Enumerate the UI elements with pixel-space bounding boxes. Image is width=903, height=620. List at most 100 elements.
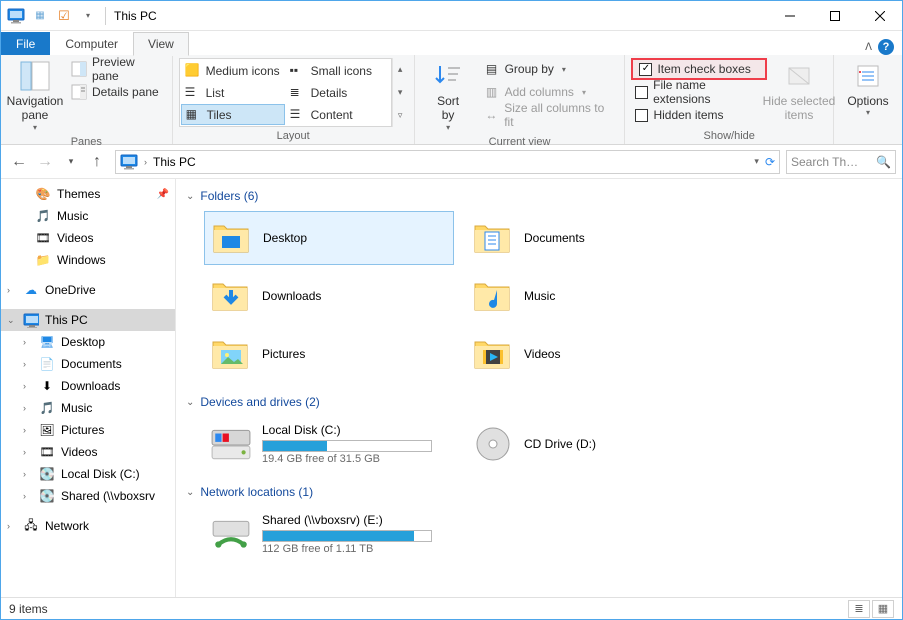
- tree-item-shared[interactable]: ›💽Shared (\\vboxsrv: [1, 485, 175, 507]
- file-name-extensions-toggle[interactable]: File name extensions: [631, 81, 767, 103]
- options-button[interactable]: Options▾: [840, 58, 896, 120]
- sort-by-button[interactable]: Sort by▾: [421, 58, 476, 134]
- ribbon-tabs: File Computer View ᐱ ?: [1, 31, 902, 55]
- qat-dropdown-icon[interactable]: ▾: [77, 5, 99, 27]
- add-columns-button[interactable]: ▥Add columns▾: [480, 81, 619, 103]
- section-folders-header[interactable]: ⌄Folders (6): [186, 185, 892, 207]
- back-button[interactable]: ←: [7, 150, 31, 174]
- tree-item-documents[interactable]: ›📄Documents: [1, 353, 175, 375]
- sort-by-label: Sort by: [437, 94, 459, 123]
- layout-details[interactable]: ≣Details: [286, 82, 390, 103]
- qat-properties-icon[interactable]: ▦: [29, 5, 51, 27]
- scroll-down-icon[interactable]: ▾: [393, 81, 408, 104]
- tree-item-desktop[interactable]: ›🖥Desktop: [1, 331, 175, 353]
- tree-item-music[interactable]: 🎵Music: [1, 205, 175, 227]
- hidden-items-toggle[interactable]: Hidden items: [631, 104, 767, 126]
- breadcrumb[interactable]: This PC: [153, 155, 196, 169]
- hidden-items-label: Hidden items: [653, 108, 723, 122]
- layout-content[interactable]: ☰Content: [286, 104, 390, 125]
- search-input[interactable]: Search Th… 🔍: [786, 150, 896, 174]
- help-icon[interactable]: ?: [878, 39, 894, 55]
- tree-item-this-pc[interactable]: ⌄This PC: [1, 309, 175, 331]
- tree-item-themes[interactable]: 🎨Themes📌: [1, 183, 175, 205]
- up-button[interactable]: ↑: [85, 150, 109, 174]
- tab-view[interactable]: View: [133, 32, 189, 56]
- hide-selected-label: Hide selected items: [763, 94, 836, 123]
- collapse-ribbon-icon[interactable]: ᐱ: [865, 42, 872, 53]
- qat-check-icon[interactable]: ☑: [53, 5, 75, 27]
- checkbox-icon: [639, 63, 652, 76]
- scroll-more-icon[interactable]: ▿: [393, 104, 408, 127]
- recent-locations-button[interactable]: ▾: [59, 150, 83, 174]
- folder-tile-pictures[interactable]: Pictures: [204, 327, 454, 381]
- ribbon-group-show-hide: Item check boxes File name extensions Hi…: [625, 55, 834, 144]
- close-button[interactable]: [857, 1, 902, 30]
- quick-access-toolbar: ▦ ☑ ▾: [1, 5, 103, 27]
- tree-item-network[interactable]: ›🖧Network: [1, 515, 175, 537]
- file-name-extensions-label: File name extensions: [653, 78, 763, 106]
- forward-button[interactable]: →: [33, 150, 57, 174]
- ribbon-group-options: Options▾: [834, 55, 902, 144]
- details-pane-button[interactable]: Details pane: [67, 81, 166, 103]
- size-columns-button[interactable]: ↔Size all columns to fit: [480, 104, 619, 126]
- drive-tile-cd[interactable]: CD Drive (D:): [466, 417, 716, 471]
- drive-tile-local-disk[interactable]: Local Disk (C:) 19.4 GB free of 31.5 GB: [204, 417, 454, 471]
- content-pane[interactable]: ⌄Folders (6) Desktop Documents Downloads…: [176, 179, 902, 597]
- tab-file[interactable]: File: [1, 32, 50, 55]
- folder-tile-desktop[interactable]: Desktop: [204, 211, 454, 265]
- ribbon-group-panes: Navigation pane ▾ Preview pane Details p…: [1, 55, 173, 144]
- tab-computer[interactable]: Computer: [50, 32, 133, 55]
- refresh-icon[interactable]: ⟳: [765, 155, 775, 169]
- tree-item-downloads[interactable]: ›⬇Downloads: [1, 375, 175, 397]
- tree-item-videos2[interactable]: ›🎞Videos: [1, 441, 175, 463]
- layout-medium-icons[interactable]: 🟨Medium icons: [181, 60, 285, 81]
- layout-small-icons[interactable]: ▪▪Small icons: [286, 60, 390, 81]
- item-check-boxes-toggle[interactable]: Item check boxes: [631, 58, 767, 80]
- hide-selected-items-button[interactable]: Hide selected items: [771, 58, 827, 125]
- navigation-tree[interactable]: 🎨Themes📌 🎵Music 🎞Videos 📁Windows ›☁OneDr…: [1, 179, 176, 597]
- tree-item-onedrive[interactable]: ›☁OneDrive: [1, 279, 175, 301]
- maximize-button[interactable]: [812, 1, 857, 30]
- scroll-up-icon[interactable]: ▴: [393, 58, 408, 81]
- section-network-header[interactable]: ⌄Network locations (1): [186, 481, 892, 503]
- thumbnails-view-button[interactable]: ▦: [872, 600, 894, 618]
- details-view-button[interactable]: ≣: [848, 600, 870, 618]
- group-by-label: Group by: [505, 62, 554, 76]
- folder-tile-documents[interactable]: Documents: [466, 211, 716, 265]
- add-columns-label: Add columns: [505, 85, 574, 99]
- ribbon: Navigation pane ▾ Preview pane Details p…: [1, 55, 902, 145]
- address-bar[interactable]: › This PC ▾ ⟳: [115, 150, 780, 174]
- layout-list[interactable]: ☰List: [181, 82, 285, 103]
- tree-item-music2[interactable]: ›🎵Music: [1, 397, 175, 419]
- network-drive-tile[interactable]: Shared (\\vboxsrv) (E:) 112 GB free of 1…: [204, 507, 454, 561]
- tree-item-windows[interactable]: 📁Windows: [1, 249, 175, 271]
- navigation-pane-label: Navigation pane: [7, 94, 64, 123]
- tree-item-pictures[interactable]: ›🖼Pictures: [1, 419, 175, 441]
- group-by-button[interactable]: ▤Group by▾: [480, 58, 619, 80]
- chevron-down-icon: ⌄: [186, 397, 194, 408]
- current-view-group-label: Current view: [421, 134, 619, 150]
- preview-pane-button[interactable]: Preview pane: [67, 58, 166, 80]
- layout-tiles[interactable]: ▦Tiles: [181, 104, 285, 125]
- preview-pane-label: Preview pane: [92, 55, 162, 83]
- computer-icon: [120, 153, 138, 171]
- folder-tile-videos[interactable]: Videos: [466, 327, 716, 381]
- ribbon-group-current-view: Sort by▾ ▤Group by▾ ▥Add columns▾ ↔Size …: [415, 55, 626, 144]
- app-icon[interactable]: [5, 5, 27, 27]
- pin-icon: 📌: [157, 189, 169, 200]
- item-count: 9 items: [9, 602, 48, 616]
- panes-group-label: Panes: [7, 134, 166, 150]
- tree-item-videos[interactable]: 🎞Videos: [1, 227, 175, 249]
- address-dropdown-icon[interactable]: ▾: [754, 156, 759, 167]
- search-placeholder: Search Th…: [791, 155, 858, 169]
- minimize-button[interactable]: [767, 1, 812, 30]
- ribbon-group-layout: 🟨Medium icons ▪▪Small icons ☰List ≣Detai…: [173, 55, 415, 144]
- tree-item-local-disk[interactable]: ›💽Local Disk (C:): [1, 463, 175, 485]
- navigation-pane-button[interactable]: Navigation pane ▾: [7, 58, 63, 134]
- chevron-right-icon[interactable]: ›: [144, 157, 147, 167]
- folder-tile-music[interactable]: Music: [466, 269, 716, 323]
- folder-tile-downloads[interactable]: Downloads: [204, 269, 454, 323]
- window-controls: [767, 1, 902, 30]
- section-drives-header[interactable]: ⌄Devices and drives (2): [186, 391, 892, 413]
- layout-gallery-scroll[interactable]: ▴▾▿: [392, 58, 408, 127]
